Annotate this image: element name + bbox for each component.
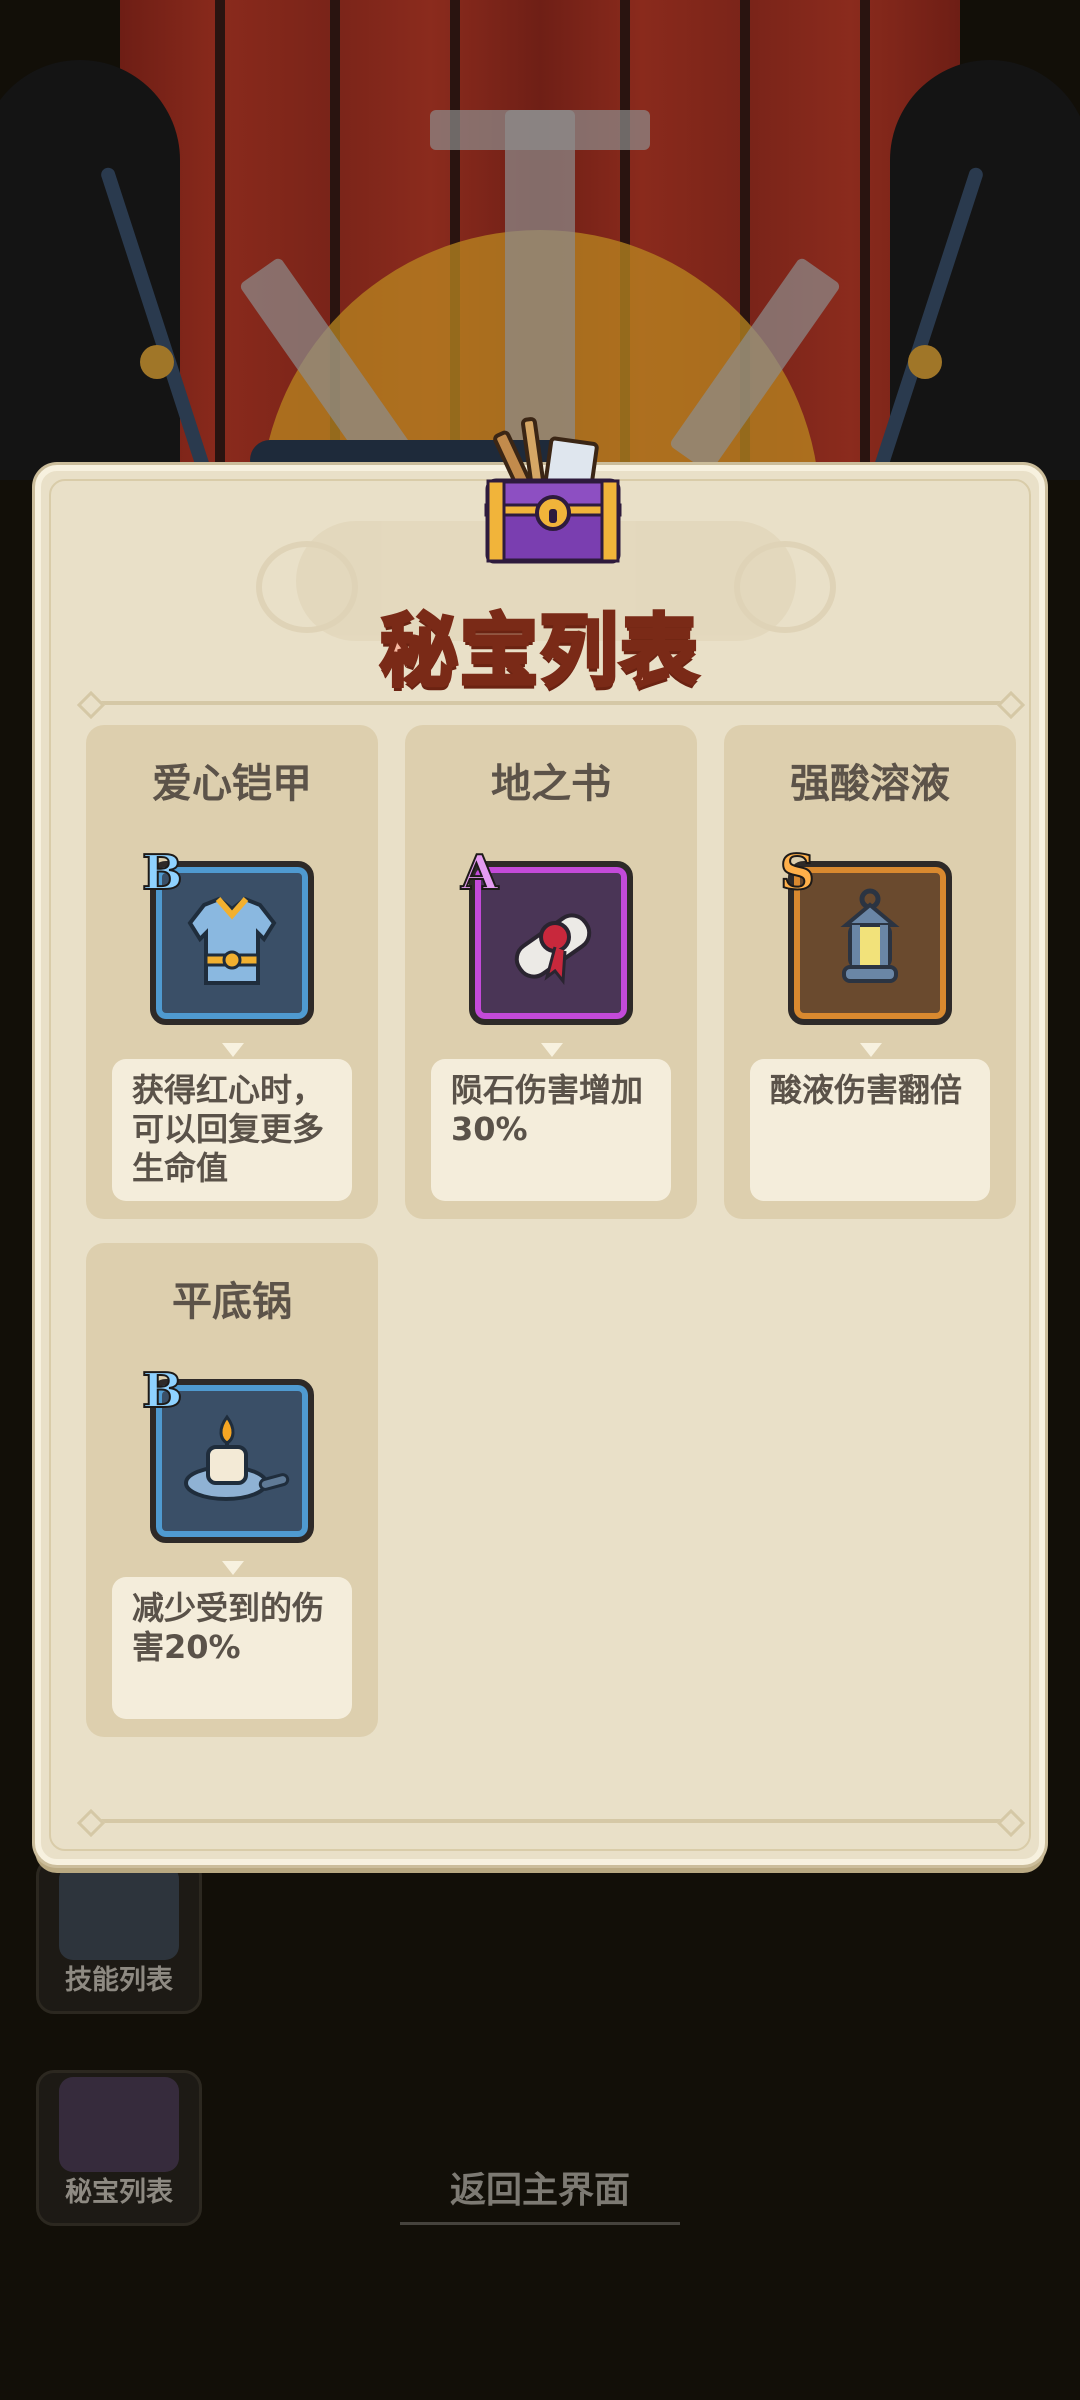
- treasure-description: 酸液伤害翻倍: [750, 1059, 990, 1201]
- treasure-chest-icon: [484, 417, 622, 564]
- treasure-icon-frame: B: [141, 1362, 314, 1543]
- treasure-icon-frame: A: [460, 844, 633, 1025]
- treasure-list-dialog: 秘宝列表 爱心铠甲 B 获得红心时，可以回复更多生命值 地之书 A 陨石伤害增加…: [35, 417, 1045, 1865]
- skills-list-button[interactable]: 技能列表: [36, 1858, 202, 2014]
- treasure-list-button[interactable]: 秘宝列表: [36, 2070, 202, 2226]
- background-sword-guard: [430, 110, 650, 150]
- divider-bottom: [76, 1808, 1026, 1838]
- treasure-name: 地之书: [491, 761, 611, 807]
- treasure-chest-icon: [59, 2077, 179, 2172]
- treasure-list-label: 秘宝列表: [65, 2177, 173, 2208]
- treasure-icon-frame: B: [141, 844, 314, 1025]
- dialog-title: 秘宝列表: [378, 605, 700, 699]
- treasure-card[interactable]: 地之书 A 陨石伤害增加30%: [405, 725, 697, 1219]
- background-pillar-left: [0, 60, 180, 480]
- treasure-description: 减少受到的伤害20%: [112, 1577, 352, 1719]
- candle-pan-icon: [184, 1414, 290, 1501]
- treasure-card[interactable]: 平底锅 B 减少受到的伤害20%: [86, 1243, 378, 1737]
- spellbook-icon: [59, 1865, 179, 1960]
- scroll-icon: [514, 913, 592, 985]
- treasure-card[interactable]: 强酸溶液 S 酸液伤害翻倍: [724, 725, 1016, 1219]
- divider-top: [76, 690, 1026, 720]
- skills-list-label: 技能列表: [65, 1965, 173, 1996]
- treasure-name: 平底锅: [172, 1279, 292, 1325]
- rank-badge: S: [779, 844, 816, 902]
- treasure-description: 获得红心时，可以回复更多生命值: [112, 1059, 352, 1201]
- treasure-card[interactable]: 爱心铠甲 B 获得红心时，可以回复更多生命值: [86, 725, 378, 1219]
- background-pillar-right: [890, 60, 1080, 480]
- background-orb-right: [908, 345, 942, 379]
- armor-icon: [187, 896, 277, 985]
- background-orb-left: [140, 345, 174, 379]
- lantern-icon: [840, 888, 900, 983]
- back-to-main-button[interactable]: 返回主界面: [400, 2162, 680, 2225]
- treasure-name: 爱心铠甲: [152, 761, 312, 807]
- treasure-name: 强酸溶液: [790, 761, 950, 807]
- treasure-description: 陨石伤害增加30%: [431, 1059, 671, 1201]
- treasure-icon-frame: S: [779, 844, 952, 1025]
